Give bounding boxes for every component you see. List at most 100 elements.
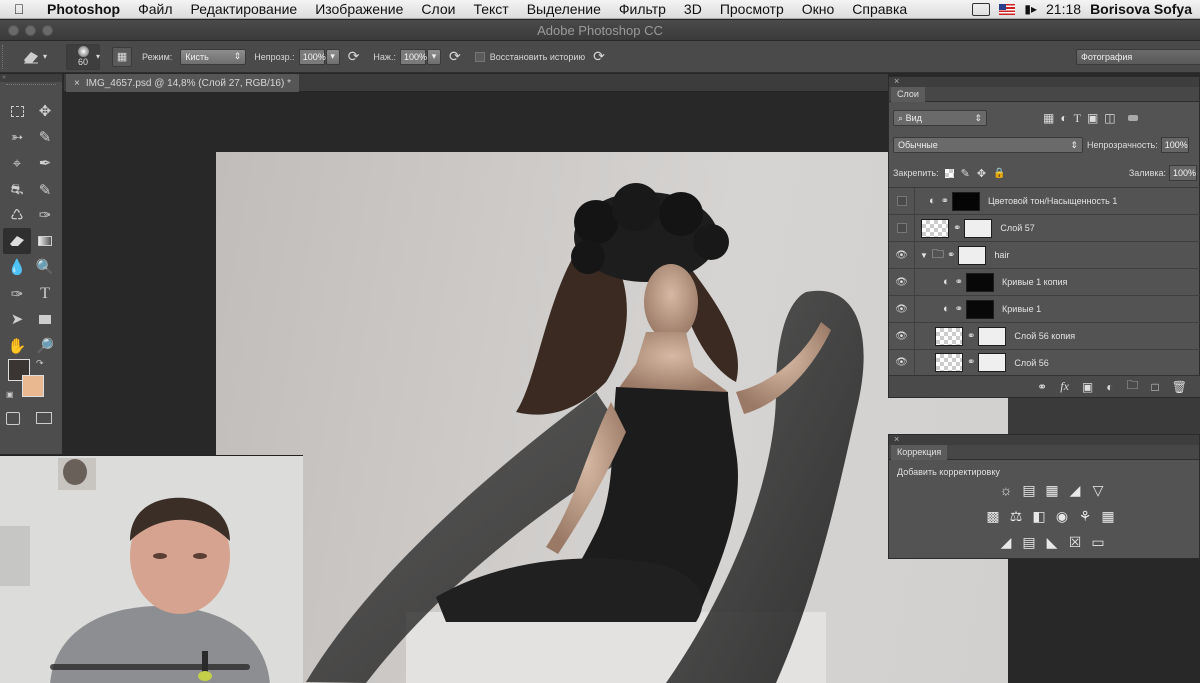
move-tool-icon[interactable]: ✥ (31, 98, 59, 124)
pen-tool-icon[interactable]: ✑ (3, 282, 31, 306)
brush-tool-icon[interactable]: ✎ (31, 178, 59, 202)
new-layer-icon[interactable]: □ (1152, 380, 1159, 394)
healing-brush-tool-icon[interactable]: ⛐ (3, 178, 31, 202)
filter-toggle[interactable] (1127, 115, 1138, 121)
blur-tool-icon[interactable]: 💧 (3, 254, 31, 280)
type-tool-icon[interactable]: T (31, 282, 59, 306)
blend-mode-select[interactable]: Обычные ⇕ (893, 137, 1083, 153)
flow-input[interactable]: 100% (399, 48, 427, 65)
visibility-toggle[interactable]: 👁 (889, 241, 915, 269)
layer-mask-thumbnail[interactable] (966, 272, 995, 292)
channel-mixer-icon[interactable]: ⚘ (1074, 508, 1096, 525)
quick-selection-tool-icon[interactable]: ✎ (31, 124, 59, 150)
layer-name[interactable]: Кривые 1 (1002, 304, 1041, 314)
layer-row[interactable]: 👁 ◐ ⚭ Кривые 1 копия (889, 268, 1200, 296)
layer-mask-thumbnail[interactable] (952, 191, 981, 211)
layer-row[interactable]: ⚭ Слой 57 (889, 214, 1200, 242)
menu-layers[interactable]: Слои (412, 1, 464, 17)
input-source-flag-icon[interactable] (999, 3, 1016, 15)
menu-select[interactable]: Выделение (518, 1, 610, 17)
menu-app[interactable]: Photoshop (38, 1, 129, 17)
layer-mask-thumbnail[interactable] (964, 218, 993, 238)
swap-colors-icon[interactable]: ↷ (36, 358, 44, 369)
layer-mask-thumbnail[interactable] (966, 299, 995, 319)
filter-type-icon[interactable]: T (1074, 111, 1081, 126)
tab-layers[interactable]: Слои (891, 87, 925, 102)
zoom-tool-icon[interactable]: 🔎 (31, 334, 59, 358)
brightness-contrast-icon[interactable]: ☼ (995, 482, 1017, 499)
default-colors-icon[interactable]: ▣ (6, 390, 14, 399)
airbrush-icon[interactable]: ⟳ (449, 48, 461, 65)
gradient-map-icon[interactable]: ▭ (1087, 534, 1109, 551)
lock-paint-icon[interactable]: ✎ (961, 167, 970, 180)
layer-name[interactable]: Слой 56 копия (1014, 331, 1075, 341)
brush-size-picker[interactable]: 60 (66, 43, 100, 70)
lock-transparency-icon[interactable] (944, 168, 954, 178)
menu-edit[interactable]: Редактирование (182, 1, 307, 17)
filter-adjustment-icon[interactable]: ◐ (1060, 111, 1067, 126)
menu-filter[interactable]: Фильтр (610, 1, 675, 17)
stamp-tool-icon[interactable]: ♺ (3, 202, 31, 228)
layer-thumbnail[interactable] (935, 353, 963, 372)
layer-name[interactable]: Слой 57 (1000, 223, 1034, 233)
brush-panel-toggle[interactable]: ▦ (112, 46, 133, 67)
disclosure-triangle-icon[interactable]: ▼ (920, 251, 928, 260)
volume-icon[interactable]: ▮▸ (1024, 2, 1037, 16)
selective-color-icon[interactable]: ☒ (1064, 534, 1086, 551)
layer-filter-select[interactable]: ⌕ Вид ⇕ (893, 110, 987, 126)
menu-3d[interactable]: 3D (675, 1, 711, 17)
curves-icon[interactable]: ▦ (1041, 482, 1063, 499)
menu-image[interactable]: Изображение (306, 1, 412, 17)
adjustments-panel-close[interactable]: × (889, 435, 1199, 445)
menu-view[interactable]: Просмотр (711, 1, 793, 17)
menubar-user[interactable]: Borisova Sofya (1090, 1, 1192, 17)
erase-to-history-checkbox[interactable]: Восстановить историю (474, 51, 585, 62)
color-balance-icon[interactable]: ⚖ (1005, 508, 1027, 525)
eyedropper-tool-icon[interactable]: ✒ (31, 150, 59, 176)
exposure-icon[interactable]: ◢ (1064, 482, 1086, 499)
menu-file[interactable]: Файл (129, 1, 181, 17)
menu-type[interactable]: Текст (464, 1, 517, 17)
lasso-tool-icon[interactable]: ➳ (3, 124, 31, 150)
filter-smart-object-icon[interactable]: ◫ (1104, 111, 1115, 126)
lock-position-icon[interactable]: ✥ (977, 167, 986, 180)
zoom-window-button[interactable] (42, 25, 53, 36)
background-color-swatch[interactable] (22, 375, 44, 397)
menu-help[interactable]: Справка (843, 1, 916, 17)
marquee-tool-icon[interactable] (3, 98, 31, 124)
layer-mask-thumbnail[interactable] (978, 326, 1007, 346)
minimize-window-button[interactable] (25, 25, 36, 36)
flow-dropdown[interactable]: ▾ (426, 48, 441, 65)
photo-filter-icon[interactable]: ◉ (1051, 508, 1073, 525)
visibility-toggle[interactable] (889, 214, 915, 242)
quick-mask-icon[interactable] (6, 412, 20, 425)
layers-panel-close[interactable]: × (889, 77, 1199, 87)
hand-tool-icon[interactable]: ✋ (3, 334, 31, 358)
visibility-toggle[interactable]: 👁 (889, 268, 915, 296)
tool-preset-picker[interactable]: ▾ (16, 46, 52, 68)
pressure-size-icon[interactable]: ⟳ (593, 48, 605, 65)
threshold-icon[interactable]: ◣ (1041, 534, 1063, 551)
layer-row[interactable]: 👁 ⚭ Слой 56 (889, 349, 1200, 376)
levels-icon[interactable]: ▤ (1018, 482, 1040, 499)
menu-window[interactable]: Окно (793, 1, 844, 17)
new-group-icon[interactable]: 🗀 (1127, 376, 1139, 397)
gradient-tool-icon[interactable] (31, 228, 59, 254)
trash-icon[interactable]: 🗑 (1172, 380, 1187, 394)
workspace-select[interactable]: Фотография (1076, 48, 1200, 65)
apple-menu-icon[interactable]:  (0, 1, 38, 17)
rectangle-tool-icon[interactable] (31, 306, 59, 332)
document-tab[interactable]: × IMG_4657.psd @ 14,8% (Слой 27, RGB/16)… (66, 74, 299, 92)
layer-mask-thumbnail[interactable] (958, 245, 987, 265)
layer-row[interactable]: 👁 ⚭ Слой 56 копия (889, 322, 1200, 350)
visibility-toggle[interactable]: 👁 (889, 349, 915, 376)
fill-input[interactable]: 100% (1169, 165, 1197, 181)
layer-style-fx-icon[interactable]: fx (1060, 379, 1069, 394)
pressure-opacity-icon[interactable]: ⟳ (348, 48, 360, 65)
add-mask-icon[interactable]: ▣ (1082, 380, 1093, 394)
dodge-tool-icon[interactable]: 🔍 (31, 254, 59, 280)
close-window-button[interactable] (8, 25, 19, 36)
screen-record-icon[interactable] (972, 2, 991, 16)
layer-thumbnail[interactable] (935, 326, 963, 346)
layer-mask-thumbnail[interactable] (978, 353, 1007, 372)
